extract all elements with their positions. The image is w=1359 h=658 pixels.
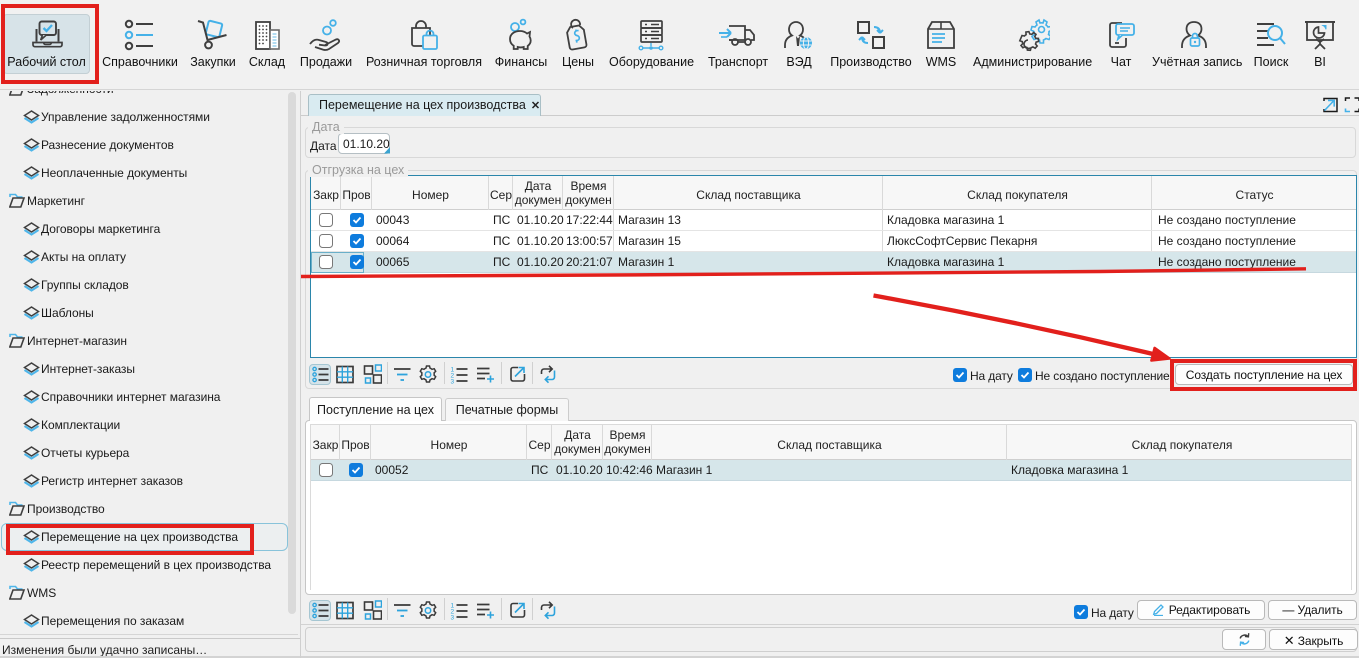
svg-text:3: 3 [451, 615, 455, 622]
svg-text:3: 3 [451, 379, 455, 386]
